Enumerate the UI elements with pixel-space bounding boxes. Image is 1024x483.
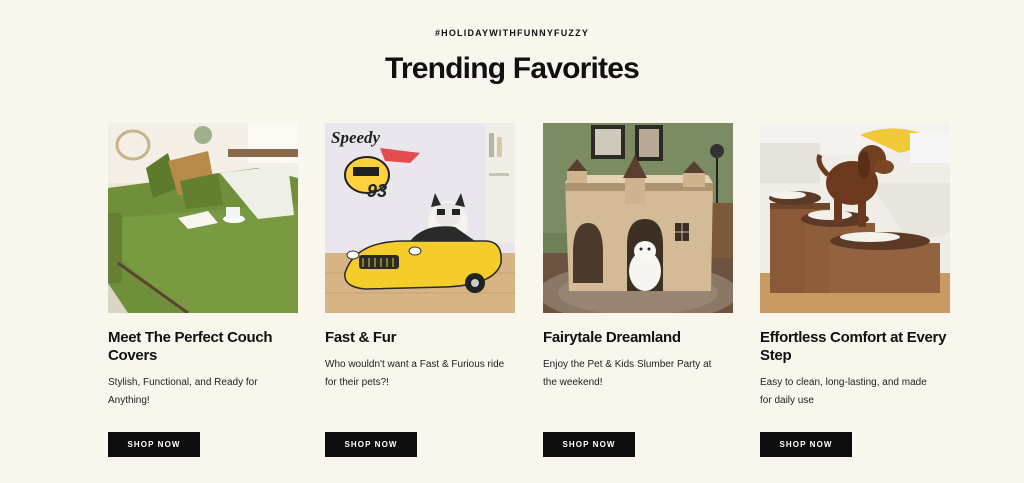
card-title: Effortless Comfort at Every Step <box>760 329 947 364</box>
shop-now-button[interactable]: SHOP NOW <box>760 432 852 457</box>
card-description: Who wouldn't want a Fast & Furious ride … <box>325 359 505 388</box>
card-title: Fast & Fur <box>325 329 397 346</box>
castle-pet-house-image[interactable] <box>543 123 733 313</box>
couch-cover-image[interactable] <box>108 123 298 313</box>
number-93-text: 93 <box>367 181 387 201</box>
section-title: Trending Favorites <box>385 52 640 85</box>
hashtag-eyebrow: #HOLIDAYWITHFUNNYFUZZY <box>434 28 590 38</box>
dog-stairs-image[interactable] <box>760 123 950 313</box>
shop-now-button[interactable]: SHOP NOW <box>543 432 635 457</box>
speedy-text: Speedy <box>331 128 381 147</box>
shop-now-button[interactable]: SHOP NOW <box>108 432 200 457</box>
card-title: Meet The Perfect Couch Covers <box>108 329 273 364</box>
product-card-couch-covers: Meet The Perfect Couch Covers Stylish, F… <box>108 123 298 457</box>
card-description: Stylish, Functional, and Ready for Anyth… <box>108 377 258 406</box>
card-title: Fairytale Dreamland <box>543 329 681 346</box>
card-description: Enjoy the Pet & Kids Slumber Party at th… <box>543 359 712 388</box>
product-card-fast-and-fur: Speedy 93 Fast & Fur Who wouldn't want a… <box>325 123 515 457</box>
product-card-dog-stairs: Effortless Comfort at Every Step Easy to… <box>760 123 950 457</box>
race-car-bed-image[interactable]: Speedy 93 <box>325 123 515 313</box>
product-card-fairytale-dreamland: Fairytale Dreamland Enjoy the Pet & Kids… <box>543 123 733 457</box>
card-description: Easy to clean, long-lasting, and made fo… <box>760 377 927 406</box>
shop-now-button[interactable]: SHOP NOW <box>325 432 417 457</box>
